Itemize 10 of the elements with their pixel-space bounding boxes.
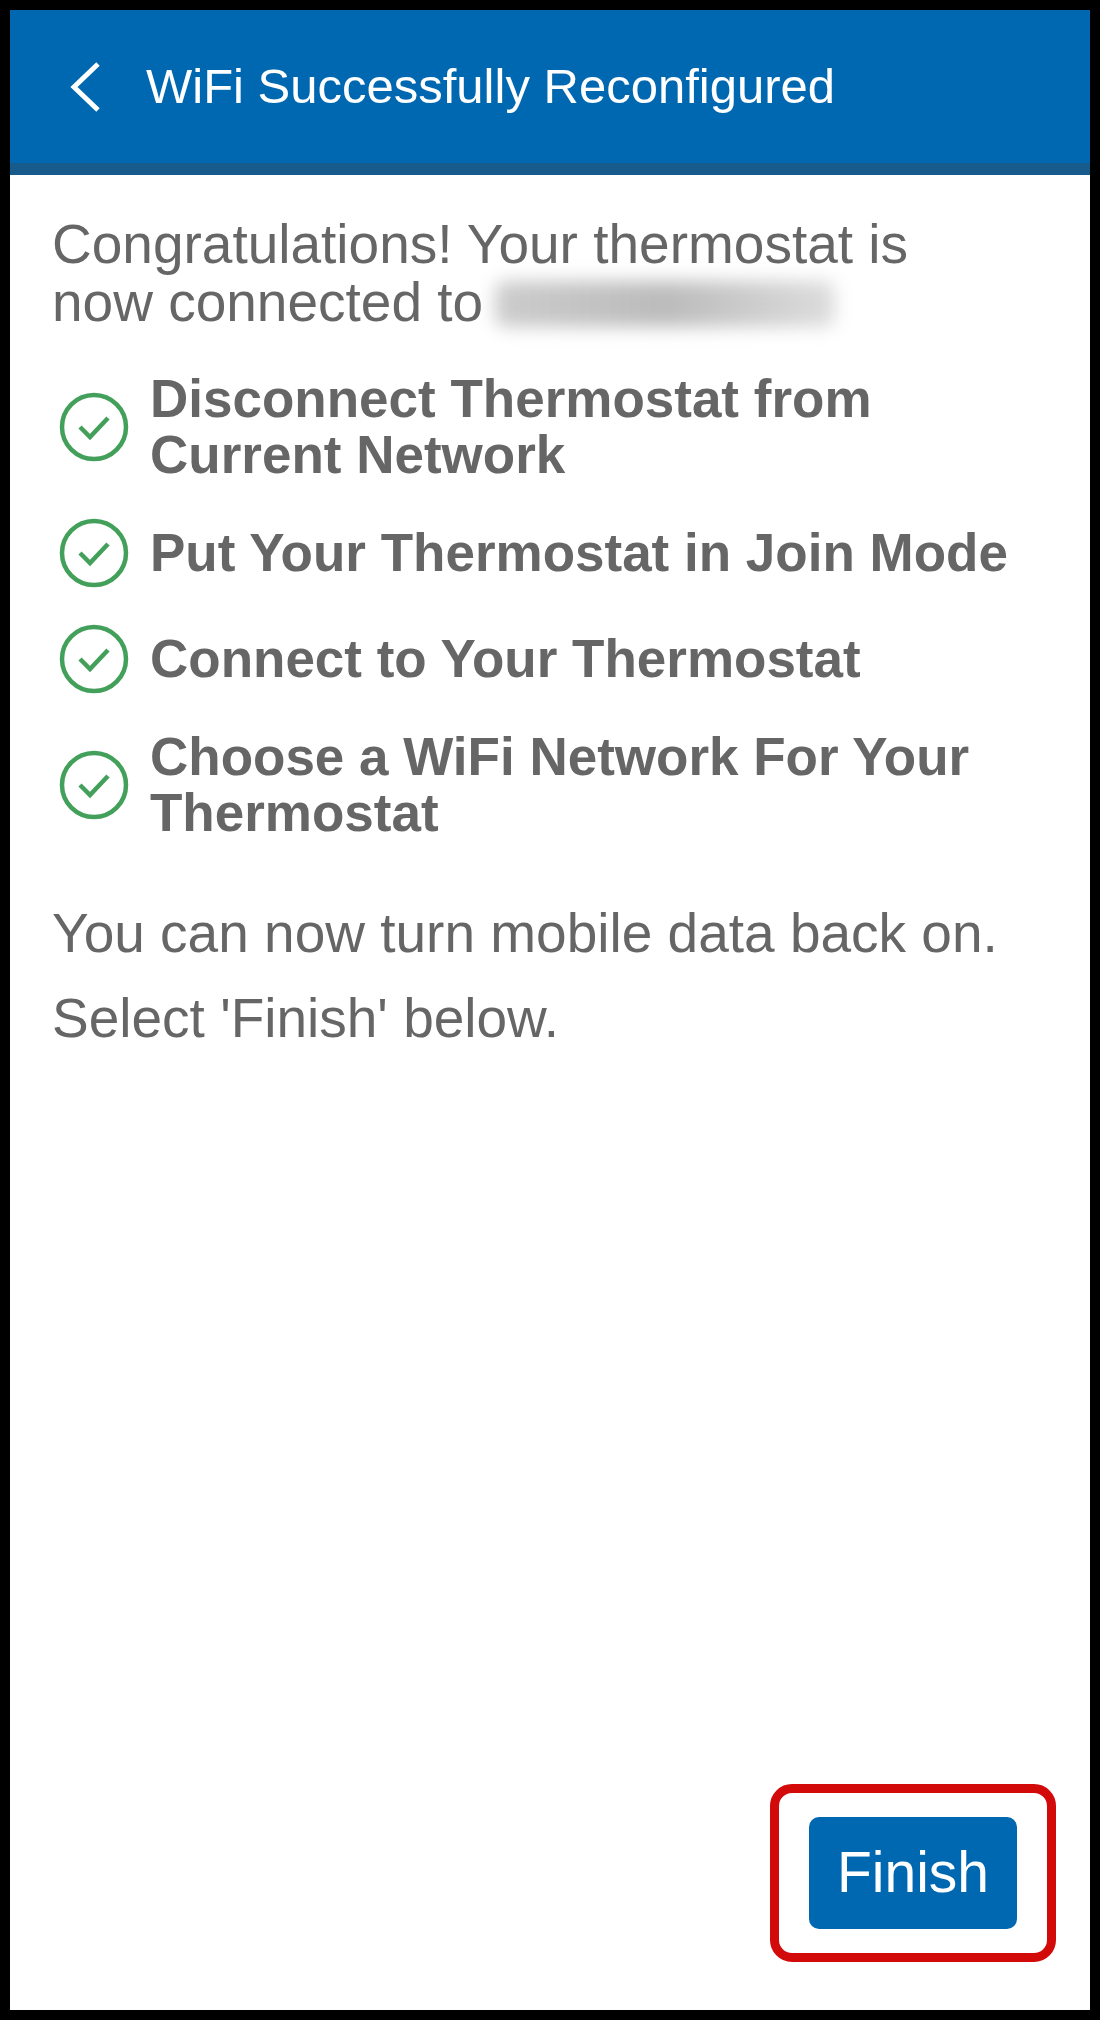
- instruction-text: Select 'Finish' below.: [52, 986, 561, 1051]
- step-label: Connect to Your Thermostat: [150, 631, 861, 687]
- intro-text: Congratulations! Your thermostat is: [52, 213, 909, 275]
- step-label: Choose a WiFi Network For Your Thermostat: [150, 729, 971, 841]
- instruction-text: You can now turn mobile data back on.: [52, 901, 999, 966]
- finish-button[interactable]: Finish: [809, 1817, 1017, 1929]
- screen-title: WiFi Successfully Reconfigured: [146, 57, 835, 115]
- step-label: Put Your Thermostat in Join Mode: [150, 525, 1008, 581]
- step-label: Disconnect Thermostat from Current Network: [150, 371, 873, 483]
- back-icon[interactable]: [68, 60, 102, 113]
